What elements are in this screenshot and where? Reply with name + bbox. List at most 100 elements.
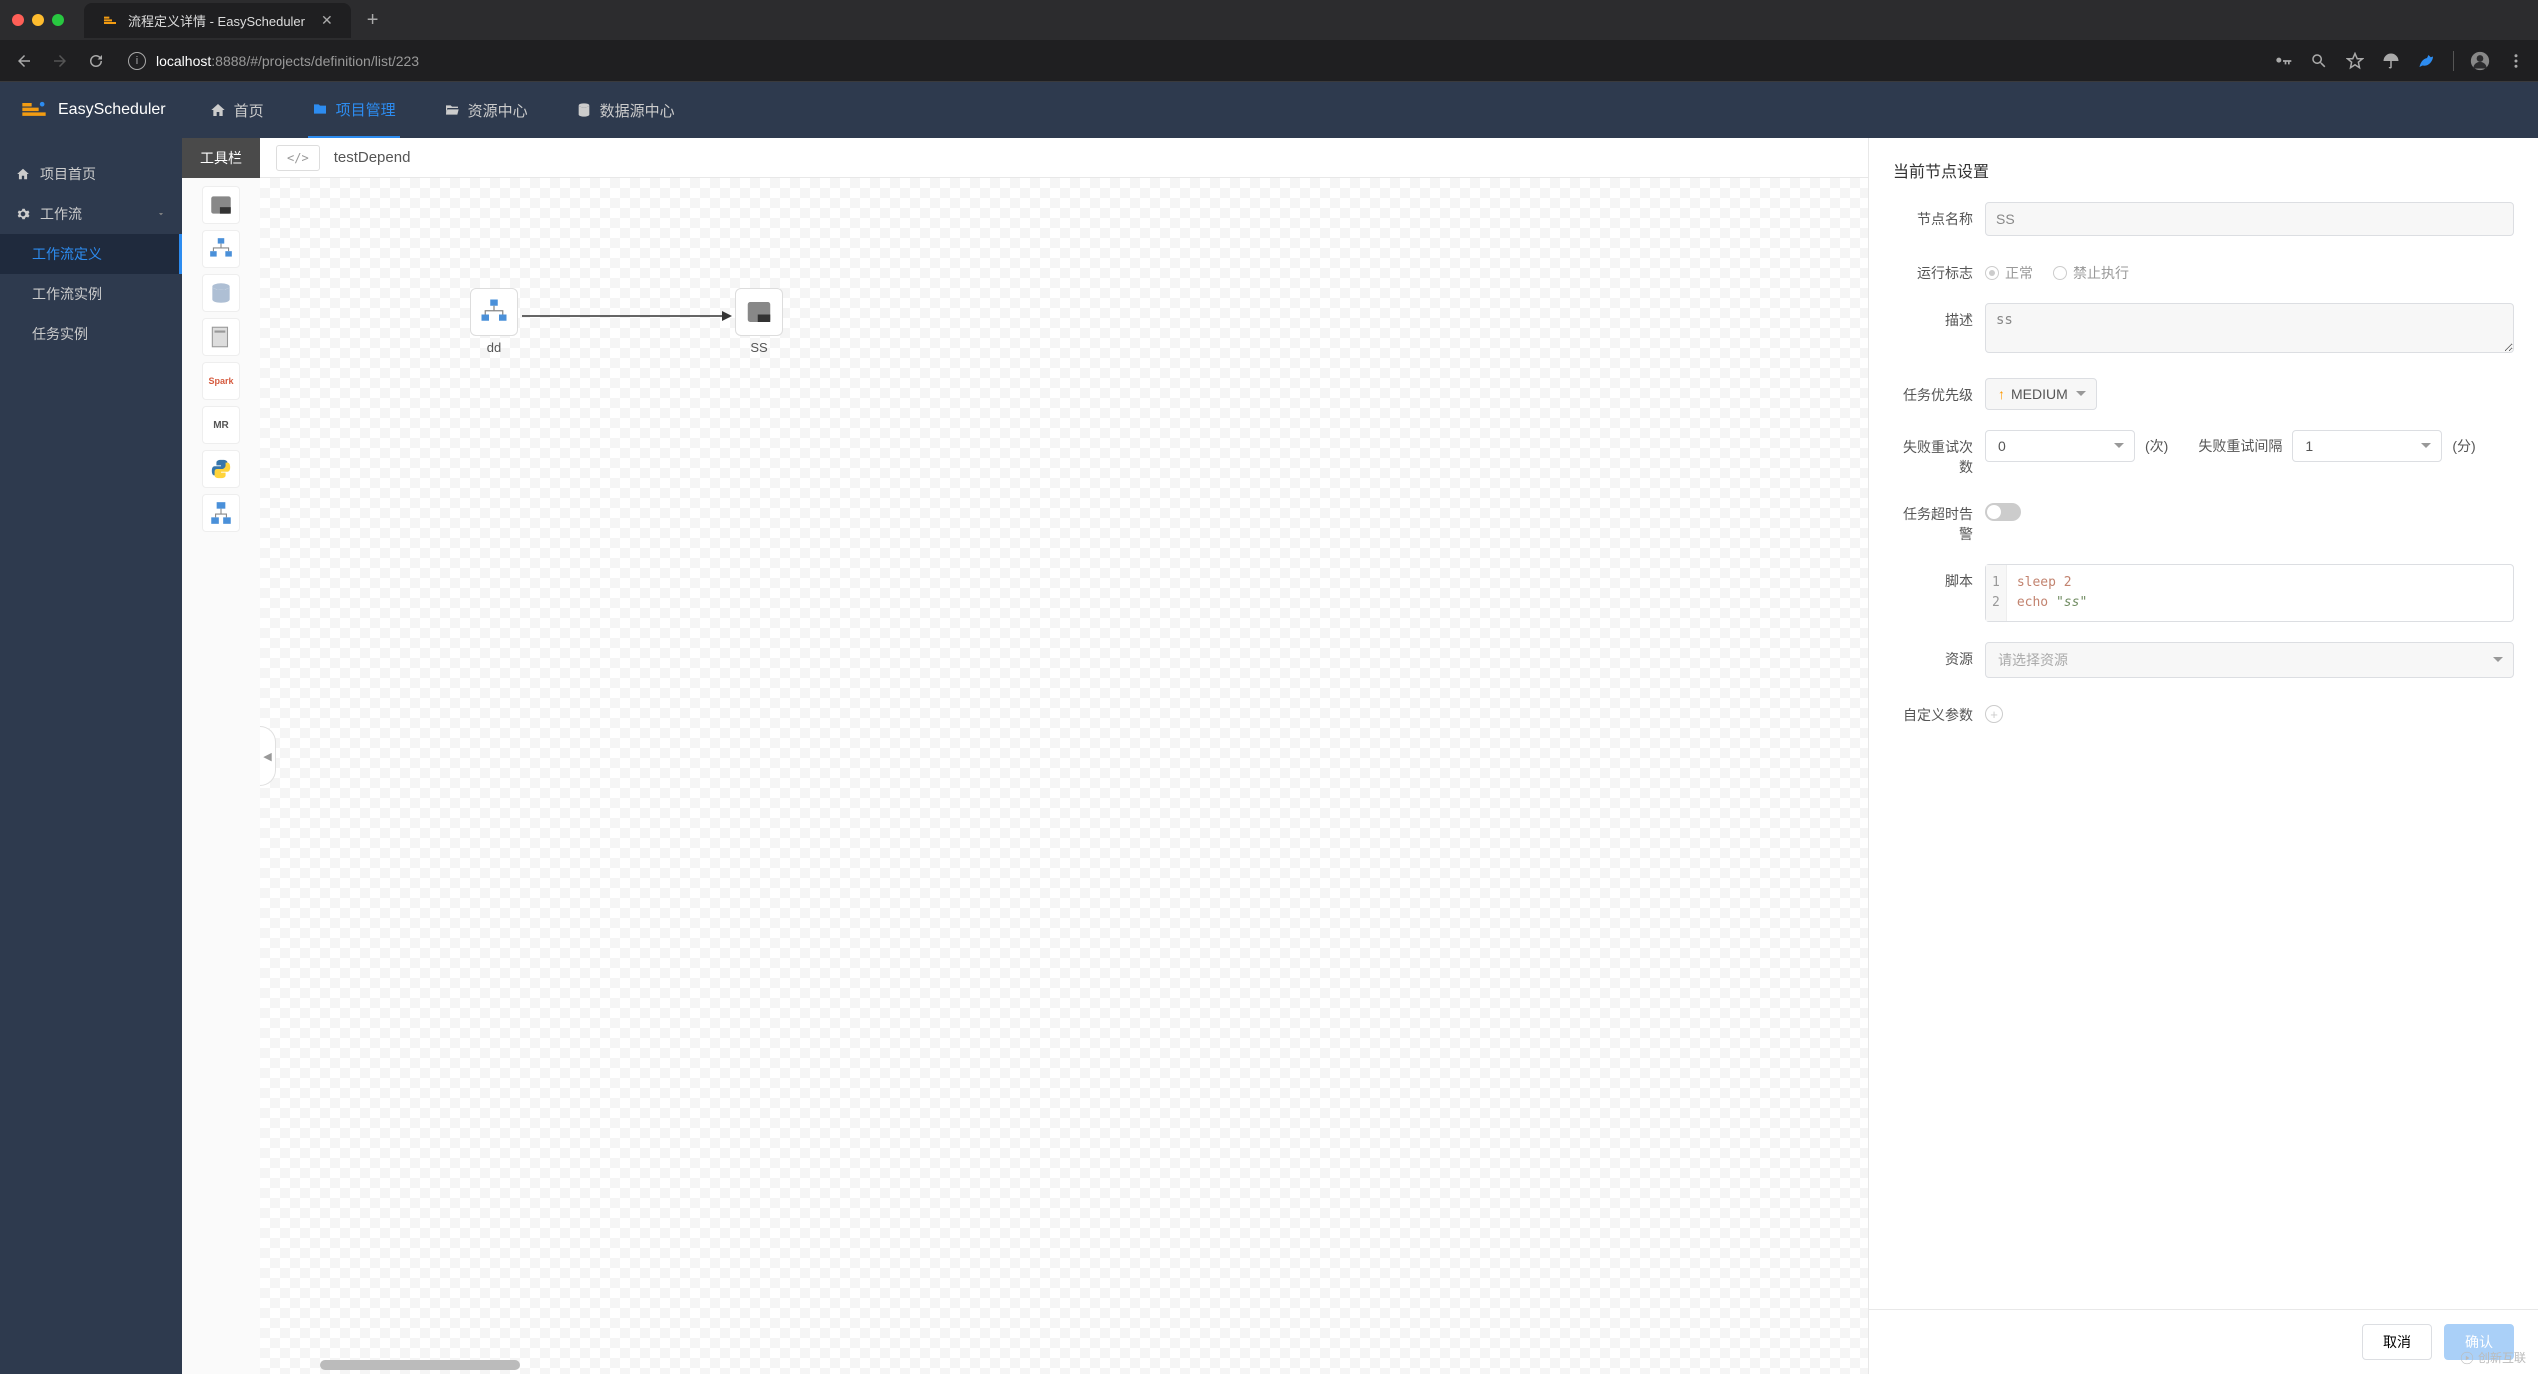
dag-edge[interactable]: [522, 306, 732, 326]
select-retry-interval[interactable]: 1: [2292, 430, 2442, 462]
nav-datasource[interactable]: 数据源中心: [572, 84, 679, 137]
window-controls: [12, 14, 64, 26]
cancel-button[interactable]: 取消: [2362, 1324, 2432, 1360]
workflow-name: testDepend: [334, 149, 411, 166]
nav-home[interactable]: 首页: [206, 84, 268, 137]
shell-icon: [735, 288, 783, 336]
tool-mr[interactable]: MR: [202, 406, 240, 444]
dag-canvas[interactable]: dd SS: [260, 178, 1868, 1374]
window-minimize-icon[interactable]: [32, 14, 44, 26]
radio-normal[interactable]: 正常: [1985, 263, 2033, 283]
select-priority[interactable]: ↑ MEDIUM: [1985, 378, 2097, 410]
radio-forbid[interactable]: 禁止执行: [2053, 263, 2129, 283]
code-editor[interactable]: 12 sleep 2 echo "ss": [1985, 564, 2514, 622]
url-bar[interactable]: i localhost:8888/#/projects/definition/l…: [120, 52, 2261, 70]
priority-value: MEDIUM: [2011, 386, 2068, 402]
toolbox: 工具栏 Spark MR: [182, 138, 260, 1374]
gear-icon: [16, 207, 30, 221]
key-icon[interactable]: [2273, 51, 2293, 71]
radio-forbid-label: 禁止执行: [2073, 263, 2129, 283]
radio-dot-icon: [1985, 266, 1999, 280]
tab-close-icon[interactable]: ✕: [321, 12, 333, 29]
subprocess-icon: [470, 288, 518, 336]
star-icon[interactable]: [2345, 51, 2365, 71]
canvas-scrollbar[interactable]: [320, 1360, 520, 1370]
sidebar-workflow-def-label: 工作流定义: [32, 246, 102, 262]
sidebar: 项目首页 工作流 工作流定义 工作流实例 任务实例: [0, 138, 182, 1374]
profile-avatar-icon[interactable]: [2470, 51, 2490, 71]
tool-subprocess[interactable]: [202, 230, 240, 268]
toggle-timeout[interactable]: [1985, 503, 2021, 521]
tool-dependent[interactable]: [202, 494, 240, 532]
label-custom-params: 自定义参数: [1893, 698, 1973, 725]
toolbar-right: [2273, 51, 2526, 71]
chevron-down-icon: [156, 209, 166, 219]
dag-node-dd[interactable]: dd: [470, 288, 518, 355]
browser-tab[interactable]: 流程定义详情 - EasyScheduler ✕: [84, 3, 351, 38]
code-content: sleep 2 echo "ss": [2007, 565, 2513, 621]
sidebar-project-home[interactable]: 项目首页: [0, 154, 182, 194]
url-port: :8888: [211, 53, 246, 69]
url-host: localhost: [156, 53, 211, 69]
select-resource[interactable]: 请选择资源: [1985, 642, 2514, 678]
toolbox-title: 工具栏: [182, 138, 260, 178]
watermark-icon: [2460, 1351, 2474, 1365]
sidebar-workflow-def[interactable]: 工作流定义: [0, 234, 182, 274]
select-retry-count[interactable]: 0: [1985, 430, 2135, 462]
sidebar-workflow-label: 工作流: [40, 204, 82, 224]
line-numbers: 12: [1986, 565, 2007, 621]
zoom-icon[interactable]: [2309, 51, 2329, 71]
folder-icon: [312, 101, 328, 117]
database-icon: [576, 102, 592, 118]
sidebar-task-inst[interactable]: 任务实例: [0, 314, 182, 354]
sidebar-workflow-inst[interactable]: 工作流实例: [0, 274, 182, 314]
nav-project-label: 项目管理: [336, 99, 396, 120]
node-label-dd: dd: [487, 340, 501, 355]
retry-interval-value: 1: [2305, 438, 2313, 454]
extension-umbrella-icon[interactable]: [2381, 51, 2401, 71]
tool-python[interactable]: [202, 450, 240, 488]
menu-icon[interactable]: [2506, 51, 2526, 71]
sidebar-workflow[interactable]: 工作流: [0, 194, 182, 234]
app-name: EasyScheduler: [58, 101, 166, 119]
window-maximize-icon[interactable]: [52, 14, 64, 26]
tool-procedure[interactable]: [202, 318, 240, 356]
tool-spark[interactable]: Spark: [202, 362, 240, 400]
add-param-button[interactable]: +: [1985, 705, 2003, 723]
favicon-icon: [102, 12, 118, 28]
panel-title: 当前节点设置: [1869, 138, 2538, 202]
label-node-name: 节点名称: [1893, 202, 1973, 229]
back-button[interactable]: [12, 49, 36, 73]
label-desc: 描述: [1893, 303, 1973, 330]
tool-sql[interactable]: [202, 274, 240, 312]
url-path: /#/projects/definition/list/223: [246, 53, 419, 69]
watermark-text: 创新互联: [2478, 1349, 2526, 1366]
dag-node-ss[interactable]: SS: [735, 288, 783, 355]
nav-datasource-label: 数据源中心: [600, 100, 675, 121]
tool-shell[interactable]: [202, 186, 240, 224]
extension-bird-icon[interactable]: [2417, 51, 2437, 71]
code-toggle-button[interactable]: </>: [276, 145, 320, 171]
app-logo[interactable]: EasyScheduler: [20, 96, 166, 124]
collapse-toolbox-button[interactable]: ◀: [260, 726, 276, 786]
label-script: 脚本: [1893, 564, 1973, 591]
forward-button[interactable]: [48, 49, 72, 73]
logo-icon: [20, 96, 48, 124]
reload-button[interactable]: [84, 49, 108, 73]
toolbar-separator: [2453, 51, 2454, 71]
browser-toolbar: i localhost:8888/#/projects/definition/l…: [0, 40, 2538, 82]
new-tab-button[interactable]: +: [367, 9, 379, 32]
node-label-ss: SS: [750, 340, 767, 355]
unit-interval: (分): [2452, 436, 2475, 456]
resource-placeholder: 请选择资源: [1998, 650, 2068, 670]
nav-project[interactable]: 项目管理: [308, 83, 400, 138]
input-node-name[interactable]: [1985, 202, 2514, 236]
nav-resource[interactable]: 资源中心: [440, 84, 532, 137]
label-retry-count: 失败重试次数: [1893, 430, 1973, 477]
window-close-icon[interactable]: [12, 14, 24, 26]
site-info-icon[interactable]: i: [128, 52, 146, 70]
home-icon: [210, 102, 226, 118]
nav-home-label: 首页: [234, 100, 264, 121]
textarea-desc[interactable]: [1985, 303, 2514, 353]
canvas-header: </> testDepend: [260, 138, 1868, 178]
